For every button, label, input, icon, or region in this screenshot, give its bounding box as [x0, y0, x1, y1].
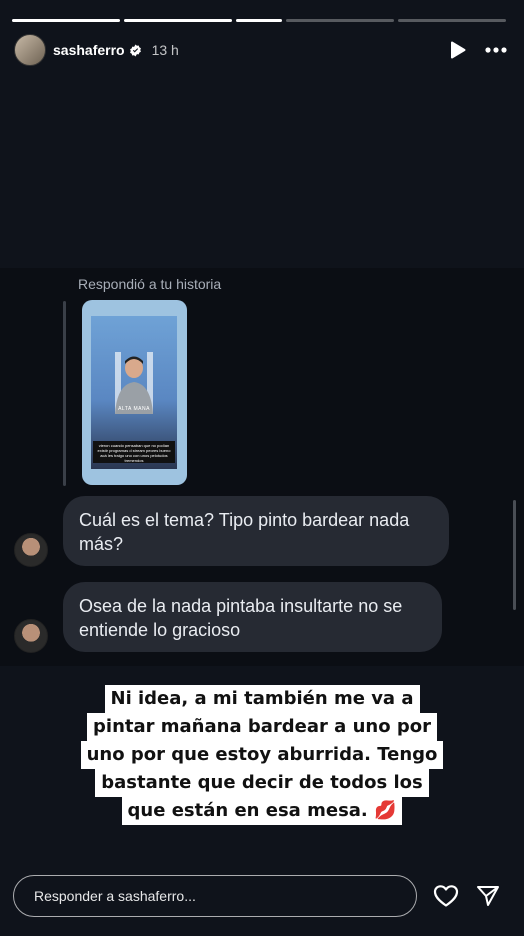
- message-bubble: Cuál es el tema? Tipo pinto bardear nada…: [63, 496, 449, 566]
- reply-label: Respondió a tu historia: [78, 276, 222, 292]
- sender-avatar: [14, 619, 48, 653]
- reply-bar: [13, 875, 504, 917]
- progress-segment: [285, 19, 394, 22]
- story-progress: [12, 19, 506, 22]
- text-sticker: Ni idea, a mi también me va a pintar mañ…: [0, 685, 524, 825]
- message-row: [14, 533, 48, 567]
- sticker-line: pintar mañana bardear a uno por: [87, 713, 437, 741]
- sticker-line: uno por que estoy aburrida. Tengo: [80, 741, 444, 769]
- verified-icon: [129, 44, 141, 56]
- story-header: sashaferro 13 h: [14, 34, 508, 66]
- progress-segment: [236, 19, 282, 22]
- avatar[interactable]: [14, 34, 46, 66]
- post-time: 13 h: [151, 42, 179, 58]
- progress-segment: [12, 19, 121, 22]
- message-row: [14, 619, 48, 653]
- progress-segment: [124, 19, 233, 22]
- reply-line: [63, 301, 66, 486]
- dm-screenshot: Respondió a tu historia ALTA MANA vieron…: [0, 268, 524, 666]
- sender-avatar: [14, 533, 48, 567]
- story-thumbnail: ALTA MANA vieron cuando pensaban que no …: [82, 300, 187, 485]
- thumb-logo: ALTA MANA: [118, 406, 150, 412]
- heart-icon[interactable]: [433, 883, 459, 909]
- sticker-line: bastante que decir de todos los: [95, 769, 429, 797]
- scroll-indicator: [513, 500, 516, 610]
- play-icon[interactable]: [446, 38, 470, 62]
- more-icon[interactable]: [484, 38, 508, 62]
- thumb-caption: vieron cuando pensaban que no podían exi…: [93, 441, 175, 463]
- reply-input[interactable]: [13, 875, 417, 917]
- sticker-line: Ni idea, a mi también me va a: [104, 685, 420, 713]
- message-bubble: Osea de la nada pintaba insultarte no se…: [63, 582, 442, 652]
- person-image: [115, 352, 153, 414]
- send-icon[interactable]: [475, 883, 501, 909]
- username[interactable]: sashaferro: [53, 42, 125, 58]
- progress-segment: [397, 19, 506, 22]
- story-frame: sashaferro 13 h Respondió a tu historia: [0, 0, 524, 936]
- sticker-line: que están en esa mesa. 💋: [121, 797, 403, 825]
